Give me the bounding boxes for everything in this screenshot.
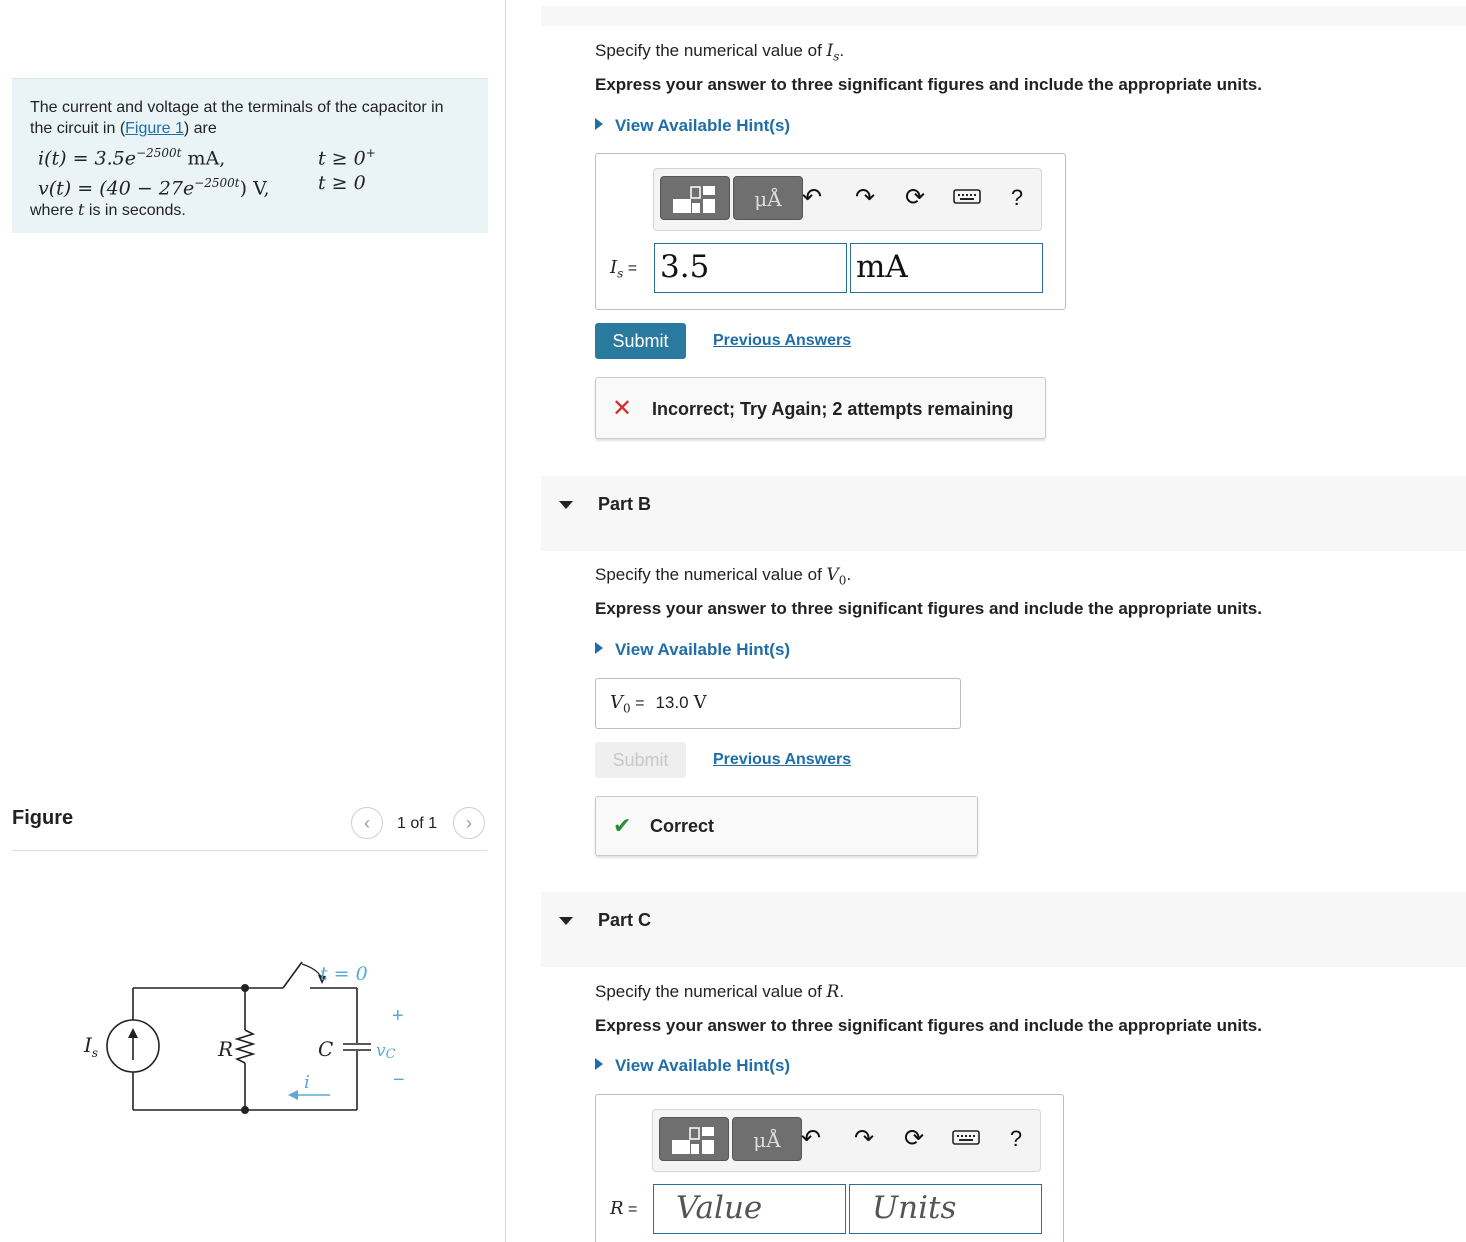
templates-icon xyxy=(672,1127,714,1154)
capacitor-label: C xyxy=(318,1037,333,1061)
incorrect-icon: ✕ xyxy=(612,395,633,422)
hint-expand-icon xyxy=(595,118,603,130)
switch-blade xyxy=(282,961,303,989)
hint-expand-icon xyxy=(595,1058,603,1070)
part-a-previous-answers-link[interactable]: Previous Answers xyxy=(713,332,851,350)
undo-icon[interactable]: ↶ xyxy=(795,183,829,213)
part-c-prompt: Specify the numerical value of R. xyxy=(595,982,845,1002)
part-a-feedback: ✕ Incorrect; Try Again; 2 attempts remai… xyxy=(595,377,1046,439)
part-c-value-input[interactable]: Value xyxy=(653,1184,846,1234)
part-b-previous-answers-link[interactable]: Previous Answers xyxy=(713,751,851,769)
part-a-answer-box: μÅ ↶ ↷ ⟳ ? Is = 3.5 mA xyxy=(595,153,1066,310)
figure-title: Figure xyxy=(12,807,74,829)
bottom-node xyxy=(241,1106,249,1114)
figure-page-count: 1 of 1 xyxy=(397,815,438,832)
part-b-value: 13.0 xyxy=(655,693,689,712)
units-button[interactable]: μÅ xyxy=(732,1117,802,1161)
part-b-feedback-text: Correct xyxy=(650,816,715,836)
equation-voltage: v(t) = (40 − 27e−2500t) V, t ≥ 0 xyxy=(38,172,366,200)
templates-button[interactable] xyxy=(659,1117,729,1161)
current-label: i xyxy=(304,1072,310,1093)
resistor-zigzag xyxy=(234,1029,256,1064)
keyboard-icon[interactable] xyxy=(949,1124,983,1154)
part-a-value-input[interactable]: 3.5 xyxy=(654,243,847,293)
part-c-instruction: Express your answer to three significant… xyxy=(595,1016,1262,1035)
units-button[interactable]: μÅ xyxy=(733,176,803,220)
part-b-answer: V0 = 13.0 V xyxy=(610,692,707,716)
part-b-header[interactable]: Part B xyxy=(541,476,1466,551)
part-b-instruction: Express your answer to three significant… xyxy=(595,599,1262,618)
part-a-math-toolbar: μÅ ↶ ↷ ⟳ ? xyxy=(653,168,1042,231)
circuit-diagram: Is R C t = 0 vC + − i xyxy=(83,961,405,1114)
redo-icon[interactable]: ↷ xyxy=(847,1124,881,1154)
previous-figure-button[interactable]: ‹ xyxy=(351,807,383,839)
part-b-units: V xyxy=(693,692,707,713)
part-a-units-input[interactable]: mA xyxy=(850,243,1043,293)
help-icon[interactable]: ? xyxy=(999,1124,1033,1154)
part-c-answer-box: μÅ ↶ ↷ ⟳ ? R = Value Units xyxy=(595,1094,1064,1242)
switch-arrow xyxy=(301,963,323,981)
part-b-answer-box: V0 = 13.0 V xyxy=(595,678,961,729)
part-b-title: Part B xyxy=(598,494,652,514)
part-c-header[interactable]: Part C xyxy=(541,892,1466,967)
part-a-hint-toggle[interactable]: View Available Hint(s) xyxy=(595,116,790,136)
panel-divider xyxy=(505,0,506,1242)
collapse-icon xyxy=(559,917,573,925)
part-a-header-bar xyxy=(541,6,1466,26)
redo-icon[interactable]: ↷ xyxy=(848,183,882,213)
figure-link[interactable]: Figure 1 xyxy=(125,120,184,137)
correct-icon: ✔ xyxy=(613,813,632,838)
templates-button[interactable] xyxy=(660,176,730,220)
source-label: Is xyxy=(83,1033,98,1060)
part-a-submit-button[interactable]: Submit xyxy=(595,323,686,359)
left-panel: The current and voltage at the terminals… xyxy=(0,0,505,1242)
part-c-units-input[interactable]: Units xyxy=(849,1184,1042,1234)
part-c-title: Part C xyxy=(598,910,652,930)
problem-footer: where t is in seconds. xyxy=(30,200,186,219)
next-figure-button[interactable]: › xyxy=(453,807,485,839)
part-a-prompt: Specify the numerical value of Is. xyxy=(595,41,845,64)
voltage-plus: + xyxy=(392,1005,404,1027)
units-icon: μÅ xyxy=(754,187,782,211)
reset-icon[interactable]: ⟳ xyxy=(897,1124,931,1154)
voltage-minus: − xyxy=(393,1069,405,1091)
part-a-feedback-text: Incorrect; Try Again; 2 attempts remaini… xyxy=(652,399,1014,419)
templates-icon xyxy=(673,186,715,213)
top-node xyxy=(241,984,249,992)
part-c-hint-toggle[interactable]: View Available Hint(s) xyxy=(595,1056,790,1076)
figure-divider xyxy=(12,850,487,851)
problem-intro: The current and voltage at the terminals… xyxy=(30,99,444,137)
part-b-prompt: Specify the numerical value of V0. xyxy=(595,565,852,588)
resistor-label: R xyxy=(217,1037,233,1061)
part-b-hint-toggle[interactable]: View Available Hint(s) xyxy=(595,640,790,660)
switch-label: t = 0 xyxy=(320,963,368,985)
part-c-math-toolbar: μÅ ↶ ↷ ⟳ ? xyxy=(652,1109,1041,1172)
part-a-variable-label: Is = xyxy=(610,257,638,281)
part-b-feedback: ✔ Correct xyxy=(595,796,978,856)
current-arrow-head xyxy=(288,1090,298,1100)
part-b-submit-button: Submit xyxy=(595,742,686,778)
problem-statement: The current and voltage at the terminals… xyxy=(12,78,488,233)
collapse-icon xyxy=(559,501,573,509)
help-icon[interactable]: ? xyxy=(1000,183,1034,213)
part-a-instruction: Express your answer to three significant… xyxy=(595,75,1262,94)
reset-icon[interactable]: ⟳ xyxy=(898,183,932,213)
keyboard-icon[interactable] xyxy=(950,183,984,213)
hint-expand-icon xyxy=(595,642,603,654)
equation-current: i(t) = 3.5e−2500t mA, t ≥ 0+ xyxy=(38,146,376,170)
units-icon: μÅ xyxy=(753,1128,781,1152)
voltage-label: vC xyxy=(376,1041,396,1062)
part-c-variable-label: R = xyxy=(610,1198,638,1219)
undo-icon[interactable]: ↶ xyxy=(794,1124,828,1154)
